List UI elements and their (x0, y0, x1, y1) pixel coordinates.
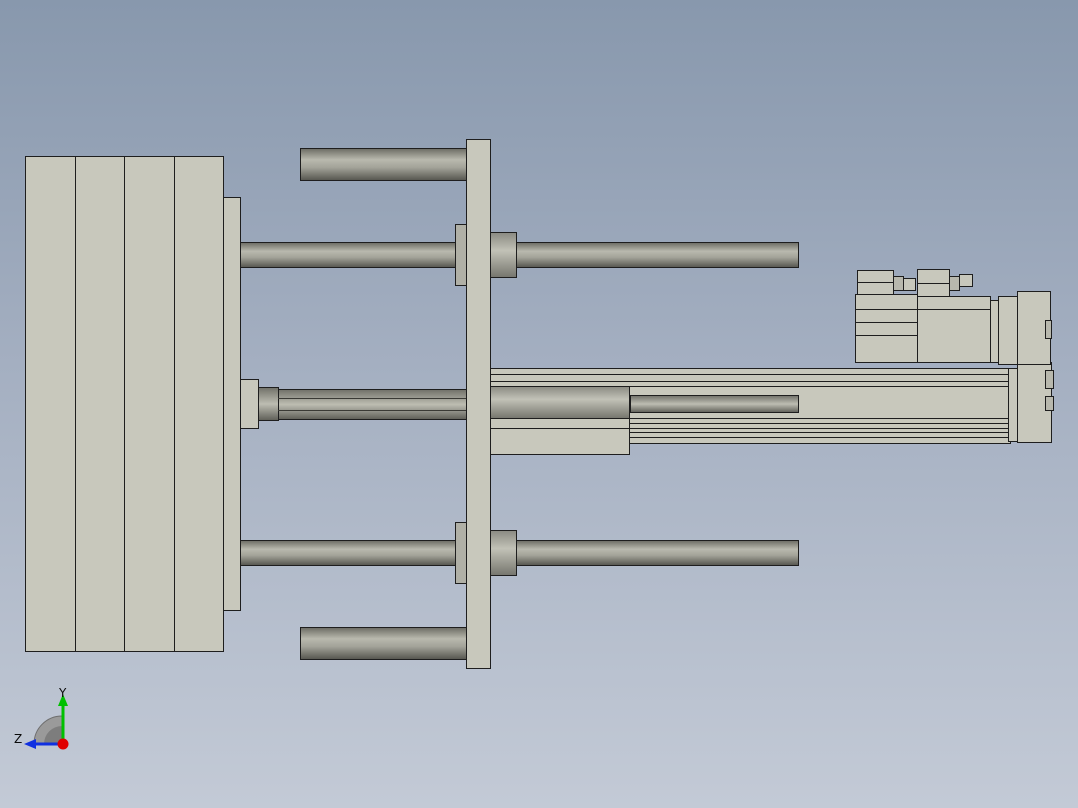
piston-rod (278, 389, 467, 420)
actuator-rod-tube (490, 386, 630, 419)
coordinate-triad: Y Z (14, 686, 69, 750)
rod-end-nut (258, 387, 279, 421)
guide-rod-bottom (300, 627, 467, 660)
guide-rod-lower-long (240, 540, 799, 566)
actuator-front-block (490, 418, 630, 455)
x-axis-icon (57, 738, 69, 750)
z-axis-label: Z (14, 732, 22, 746)
base-block (25, 156, 241, 652)
base-plate-4 (174, 156, 224, 652)
actuator-inner-rod (630, 395, 799, 413)
guide-rod-upper-long (240, 242, 799, 268)
servo-motor (855, 269, 1052, 365)
y-axis-label: Y (58, 686, 67, 700)
guide-rod-top (300, 148, 467, 181)
electric-actuator (490, 362, 1054, 455)
motor-rear (917, 296, 991, 363)
rod-end-block (240, 379, 259, 429)
actuator-end-cap (1008, 368, 1018, 442)
motor-body (855, 294, 918, 363)
cad-graphics-viewport[interactable]: Y Z (0, 0, 1078, 808)
base-plate-3 (124, 156, 175, 652)
carriage-plate (466, 139, 491, 669)
mount-plate (223, 197, 241, 611)
base-plate-1 (25, 156, 76, 652)
base-plate-2 (75, 156, 125, 652)
assembly-model[interactable] (0, 0, 1078, 808)
piston-rod-assembly (240, 379, 467, 429)
